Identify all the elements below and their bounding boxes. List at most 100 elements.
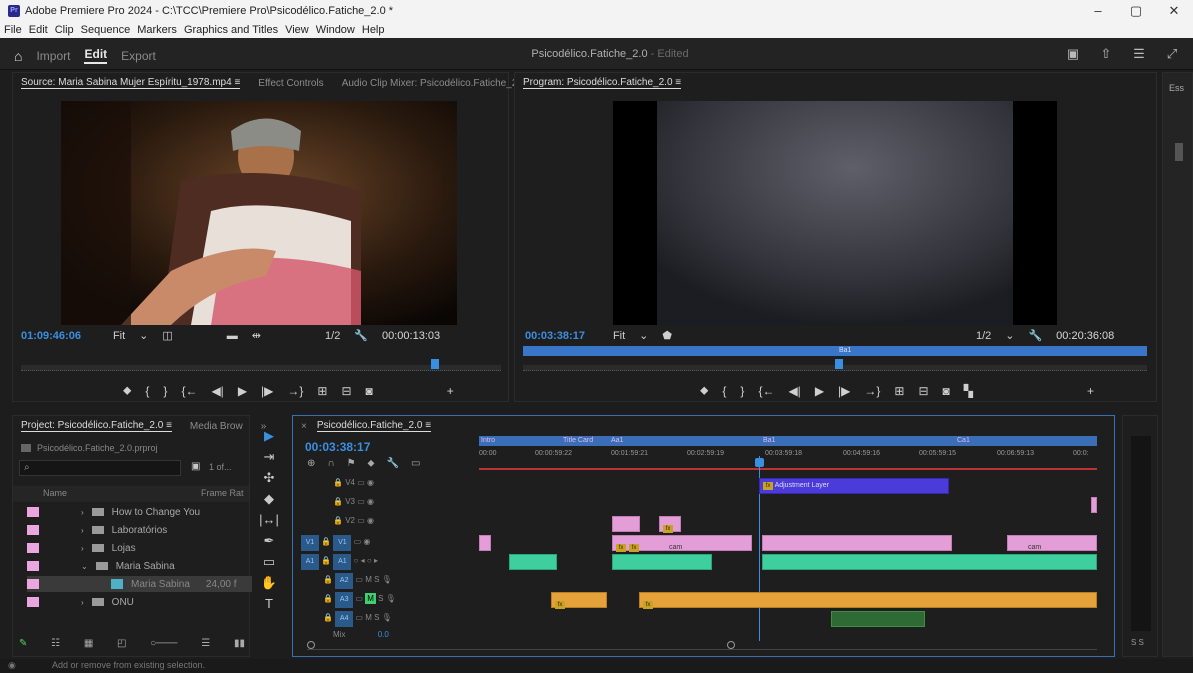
add-button-icon[interactable]: + [447, 384, 454, 398]
source-patch[interactable]: A1 [301, 554, 319, 570]
linked-icon[interactable]: ⚑ [347, 458, 356, 469]
overwrite-button-icon[interactable]: ⊟ [341, 384, 351, 398]
chevron-right-icon[interactable]: › [81, 526, 84, 535]
marker-icon[interactable]: ⬥ [123, 383, 131, 398]
sequence-tab[interactable]: Psicodélico.Fatiche_2.0 ≡ [316, 420, 432, 432]
extract-icon[interactable]: ⊟ [918, 384, 928, 398]
fullscreen-icon[interactable]: ⤢ [1163, 46, 1181, 62]
audio-clip[interactable] [831, 611, 925, 627]
play-icon[interactable]: ▶ [238, 384, 247, 398]
menu-edit[interactable]: Edit [29, 24, 48, 36]
menu-sequence[interactable]: Sequence [81, 24, 131, 36]
razor-tool-icon[interactable]: ◆ [258, 488, 280, 509]
wrench-icon[interactable]: 🔧 [1028, 329, 1042, 342]
automate-icon[interactable]: ▮▮ [234, 638, 245, 649]
menu-markers[interactable]: Markers [137, 24, 177, 36]
mark-in-icon[interactable]: { [145, 384, 149, 398]
audio-clip[interactable] [509, 554, 557, 570]
wrench-icon[interactable]: 🔧 [354, 329, 368, 342]
panels-icon[interactable]: ☰ [1130, 46, 1148, 62]
share-icon[interactable]: ⇧ [1097, 46, 1115, 62]
program-resolution[interactable]: 1/2 [976, 330, 991, 342]
menu-window[interactable]: Window [316, 24, 355, 36]
step-forward-icon[interactable]: |▶ [261, 384, 273, 398]
play-icon[interactable]: ▶ [815, 384, 824, 398]
video-clip[interactable] [612, 516, 640, 532]
close-icon[interactable]: × [301, 421, 307, 432]
project-tab[interactable]: Project: Psicodélico.Fatiche_2.0 ≡ [21, 420, 172, 432]
track-select-icon[interactable]: ⇥ [258, 446, 280, 467]
chevron-right-icon[interactable]: › [81, 544, 84, 553]
source-timecode[interactable]: 01:09:46:06 [21, 330, 81, 342]
go-to-in-icon[interactable]: {← [758, 384, 774, 398]
camera-icon[interactable]: ◙ [366, 384, 373, 398]
snap-icon[interactable]: ∩ [327, 458, 334, 469]
nest-icon[interactable]: ⊕ [307, 458, 315, 469]
mark-in-icon[interactable]: { [722, 384, 726, 398]
audio-clip[interactable]: fx [551, 592, 607, 609]
quick-export-icon[interactable]: ▣ [1064, 46, 1082, 62]
edit-tab[interactable]: Edit [84, 47, 108, 64]
program-scrub-bar[interactable] [523, 359, 1147, 371]
scrollbar[interactable] [1175, 143, 1183, 161]
audio-clip[interactable] [762, 554, 1097, 570]
time-ruler[interactable]: 00:00 00:00:59:22 00:01:59:21 00:02:59:1… [479, 448, 1097, 470]
video-clip[interactable] [762, 535, 952, 551]
settings-icon[interactable]: ◫ [162, 329, 172, 342]
menu-view[interactable]: View [285, 24, 309, 36]
list-item[interactable]: › Lojas [27, 540, 252, 556]
list-view-icon[interactable]: ☷ [51, 638, 60, 649]
camera-icon[interactable]: ◙ [943, 384, 950, 398]
type-tool-icon[interactable]: T [258, 593, 280, 614]
adjustment-layer-clip[interactable]: fx Adjustment Layer [759, 478, 949, 494]
icon-view-icon[interactable]: ▦ [84, 638, 93, 649]
program-marker-bar[interactable]: Ba1 [523, 346, 1147, 356]
list-item[interactable]: ⌄ Maria Sabina [27, 558, 252, 574]
sort-icon[interactable]: ☰ [201, 638, 210, 649]
menu-graphics[interactable]: Graphics and Titles [184, 24, 278, 36]
name-column[interactable]: Name [43, 488, 67, 498]
frame-rate-column[interactable]: Frame Rat [201, 488, 244, 498]
step-forward-icon[interactable]: |▶ [838, 384, 850, 398]
video-clip[interactable] [1091, 497, 1097, 513]
import-tab[interactable]: Import [36, 49, 70, 63]
source-fit-select[interactable]: Fit [113, 330, 125, 342]
video-clip[interactable]: fx [659, 516, 681, 533]
video-clip[interactable] [479, 535, 491, 551]
ripple-edit-icon[interactable]: ✣ [258, 467, 280, 488]
step-back-icon[interactable]: ◀| [211, 384, 223, 398]
audio-clip[interactable] [612, 554, 712, 570]
list-item-selected[interactable]: Maria Sabina 24,00 f [27, 576, 252, 592]
marker-icon[interactable]: ⬥ [700, 383, 708, 398]
selection-tool-icon[interactable]: ▶ [258, 425, 280, 446]
slip-tool-icon[interactable]: |↔| [258, 509, 280, 530]
program-fit-select[interactable]: Fit [613, 330, 625, 342]
freeform-view-icon[interactable]: ◰ [117, 638, 126, 649]
dropdown-icon[interactable]: ⌄ [139, 329, 148, 342]
source-tab[interactable]: Source: Maria Sabina Mujer Espíritu_1978… [21, 77, 241, 89]
menu-clip[interactable]: Clip [55, 24, 74, 36]
program-tab[interactable]: Program: Psicodélico.Fatiche_2.0 ≡ [523, 77, 682, 89]
rectangle-tool-icon[interactable]: ▭ [258, 551, 280, 572]
pencil-icon[interactable]: ✎ [19, 638, 27, 649]
mark-out-icon[interactable]: } [740, 384, 744, 398]
source-patch[interactable]: V1 [301, 535, 319, 551]
video-clip[interactable]: fx fx cam [612, 535, 752, 552]
menu-help[interactable]: Help [362, 24, 385, 36]
playhead-marker[interactable] [835, 359, 843, 369]
bin-icon[interactable]: ▣ [191, 461, 200, 472]
search-input[interactable]: ⌕ [19, 460, 181, 476]
list-item[interactable]: › Laboratórios [27, 522, 252, 538]
marker-bar[interactable]: Intro Title Card Aa1 Ba1 Ca1 [479, 436, 1097, 446]
video-clip[interactable]: cam [1007, 535, 1097, 551]
zoom-slider[interactable]: ○─── [150, 638, 177, 649]
minimize-button[interactable]: – [1079, 0, 1117, 22]
go-to-in-icon[interactable]: {← [181, 384, 197, 398]
mark-out-icon[interactable]: } [163, 384, 167, 398]
timeline-scrollbar[interactable] [307, 641, 1097, 650]
captions-icon[interactable]: ▭ [411, 458, 420, 469]
insert-button-icon[interactable]: ⊞ [317, 384, 327, 398]
comparison-icon[interactable]: ▚ [964, 384, 973, 398]
maximize-button[interactable]: ▢ [1117, 0, 1155, 22]
scroll-handle-right[interactable] [727, 641, 735, 649]
